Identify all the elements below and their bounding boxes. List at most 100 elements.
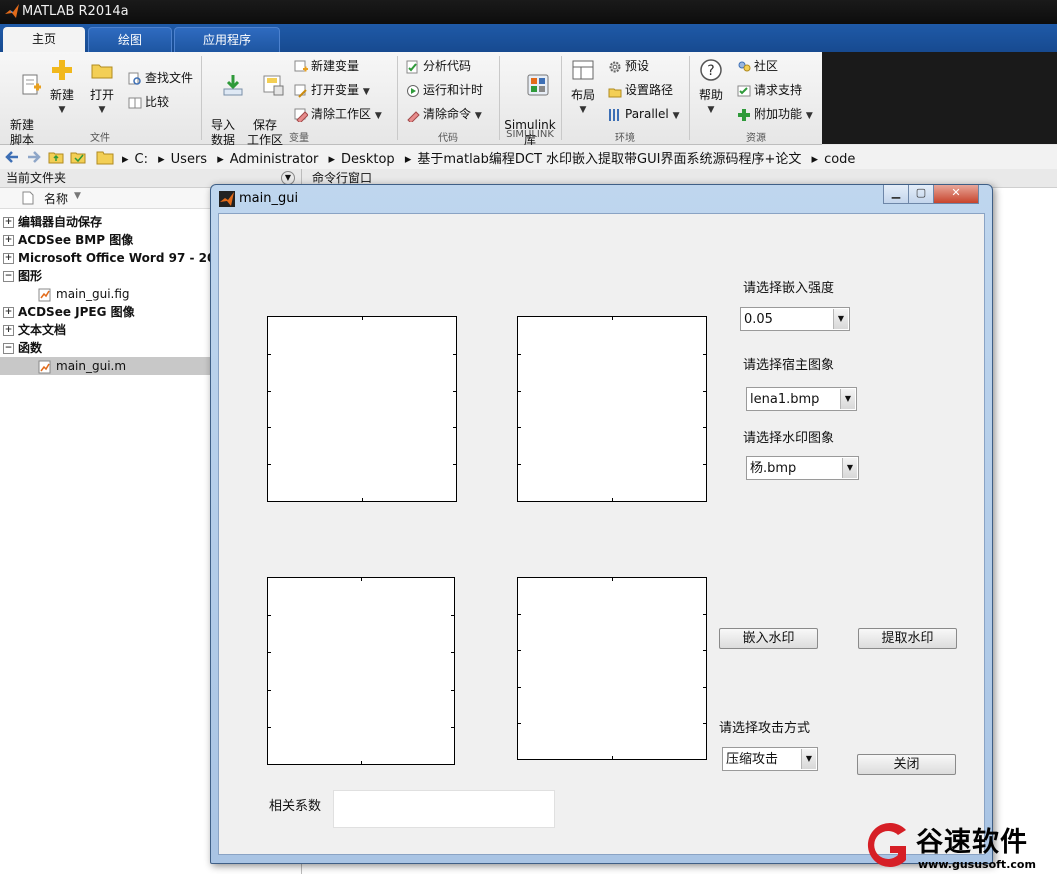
set-path-button[interactable]: 设置路径 [608, 80, 673, 100]
title-bar: MATLAB R2014a [0, 0, 1057, 24]
axis-tick [518, 650, 521, 651]
watermark-url: www.gususoft.com [918, 858, 1036, 871]
tab-plots[interactable]: 绘图 [88, 27, 172, 53]
axis-tick [453, 354, 456, 355]
chevron-down-icon: ▼ [672, 111, 680, 121]
preferences-button[interactable]: 预设 [608, 56, 649, 76]
address-bar: ▸ C: ▸ Users ▸ Administrator ▸ Desktop ▸ 基于ma… [0, 145, 1057, 170]
layout-icon [572, 60, 594, 80]
new-variable-button[interactable]: 新建变量 [294, 56, 359, 76]
chevron-right-icon: ▸ [328, 152, 336, 167]
tab-apps[interactable]: 应用程序 [174, 27, 280, 53]
chevron-right-icon: ▸ [158, 152, 165, 167]
host-image-label: 请选择宿主图象 [743, 358, 835, 373]
tree-label: 函数 [18, 341, 43, 355]
collapse-icon[interactable]: − [3, 271, 14, 282]
new-button[interactable]: 新建 ▼ [44, 58, 80, 118]
figure-window: main_gui ▁ ▢ ✕ 请选择嵌入强度 0.05 ▼ 请选择宿主图象 le… [210, 184, 993, 864]
strength-value: 0.05 [744, 312, 773, 327]
save-workspace-icon [263, 75, 284, 96]
group-label-variable: 变量 [289, 133, 309, 144]
axis-tick [453, 464, 456, 465]
axis-tick [268, 427, 271, 428]
correlation-output[interactable] [333, 790, 555, 828]
breadcrumb-item[interactable]: C: [135, 152, 148, 167]
axis-tick [703, 614, 706, 615]
axis-tick [703, 391, 706, 392]
host-image-value: lena1.bmp [750, 392, 820, 407]
figure-client-area: 请选择嵌入强度 0.05 ▼ 请选择宿主图象 lena1.bmp ▼ 请选择水印… [218, 213, 985, 855]
collapse-icon[interactable]: − [3, 343, 14, 354]
tab-home[interactable]: 主页 [3, 27, 85, 52]
axis-tick [612, 756, 613, 759]
axis-tick [451, 727, 454, 728]
import-data-icon [223, 75, 243, 96]
clear-commands-button[interactable]: 清除命令 ▼ [406, 104, 482, 124]
find-files-button[interactable]: 查找文件 [128, 68, 193, 88]
expand-icon[interactable]: + [3, 253, 14, 264]
run-and-time-label: 运行和计时 [423, 83, 484, 97]
current-folder-title: 当前文件夹 [6, 171, 67, 185]
clear-workspace-button[interactable]: 清除工作区 ▼ [294, 104, 382, 124]
analyze-code-button[interactable]: 分析代码 [406, 56, 471, 76]
request-support-button[interactable]: 请求支持 [737, 80, 802, 100]
clear-workspace-label: 清除工作区 [311, 107, 372, 121]
expand-icon[interactable]: + [3, 235, 14, 246]
expand-icon[interactable]: + [3, 325, 14, 336]
back-arrow-icon[interactable] [4, 149, 20, 165]
help-icon: ? [700, 59, 722, 81]
minimize-button[interactable]: ▁ [883, 185, 909, 204]
help-button[interactable]: ? 帮助 ▼ [694, 58, 728, 118]
maximize-button[interactable]: ▢ [908, 185, 934, 204]
axis-tick [451, 690, 454, 691]
compare-icon [128, 97, 142, 108]
breadcrumb-item[interactable]: code [824, 152, 855, 167]
axis-tick [268, 391, 271, 392]
addons-button[interactable]: 附加功能 ▼ [737, 104, 813, 124]
attack-method-dropdown[interactable]: 压缩攻击 ▼ [722, 747, 818, 771]
breadcrumb-item[interactable]: Users [171, 152, 207, 167]
expand-icon[interactable]: + [3, 307, 14, 318]
chevron-right-icon: ▸ [122, 152, 129, 167]
layout-button[interactable]: 布局 ▼ [566, 58, 600, 118]
axis-tick [612, 317, 613, 320]
axis-tick [518, 614, 521, 615]
browse-folder-icon[interactable] [70, 149, 86, 165]
forward-arrow-icon[interactable] [26, 149, 42, 165]
folder-icon [96, 151, 114, 165]
axis-tick [518, 723, 521, 724]
ribbon-separator [561, 56, 562, 140]
open-button[interactable]: 打开 ▼ [84, 58, 120, 118]
watermark-brand-name: 谷速软件 [916, 827, 1028, 858]
parallel-button[interactable]: Parallel ▼ [608, 104, 679, 124]
close-window-button[interactable]: ✕ [933, 185, 979, 204]
up-folder-icon[interactable] [48, 149, 64, 165]
sort-arrow-icon: ▼ [74, 191, 81, 201]
breadcrumb-item[interactable]: Administrator [230, 152, 319, 167]
breadcrumb-item[interactable]: 基于matlab编程DCT 水印嵌入提取带GUI界面系统源码程序+论文 [417, 152, 801, 167]
axis-tick [518, 354, 521, 355]
maximize-icon: ▢ [915, 186, 927, 199]
watermark-image-dropdown[interactable]: 杨.bmp ▼ [746, 456, 859, 480]
community-icon [738, 61, 751, 71]
panel-menu-icon[interactable]: ▼ [281, 171, 295, 185]
analyze-code-icon [406, 60, 418, 73]
axis-tick [268, 690, 271, 691]
axis-tick [268, 354, 271, 355]
run-and-time-button[interactable]: 运行和计时 [406, 80, 483, 100]
axis-tick [451, 615, 454, 616]
tree-label: 图形 [18, 269, 43, 283]
tree-label: Microsoft Office Word 97 - 2003 [18, 251, 233, 265]
expand-icon[interactable]: + [3, 217, 14, 228]
compare-button[interactable]: 比较 [128, 92, 169, 112]
close-button[interactable]: 关闭 [857, 754, 956, 775]
axis-tick [362, 498, 363, 501]
breadcrumb-item[interactable]: Desktop [341, 152, 395, 167]
open-variable-button[interactable]: 打开变量 ▼ [294, 80, 370, 100]
extract-watermark-button[interactable]: 提取水印 [858, 628, 957, 649]
axis-tick [518, 391, 521, 392]
embed-watermark-button[interactable]: 嵌入水印 [719, 628, 818, 649]
host-image-dropdown[interactable]: lena1.bmp ▼ [746, 387, 857, 411]
strength-dropdown[interactable]: 0.05 ▼ [740, 307, 850, 331]
community-button[interactable]: 社区 [737, 56, 778, 76]
